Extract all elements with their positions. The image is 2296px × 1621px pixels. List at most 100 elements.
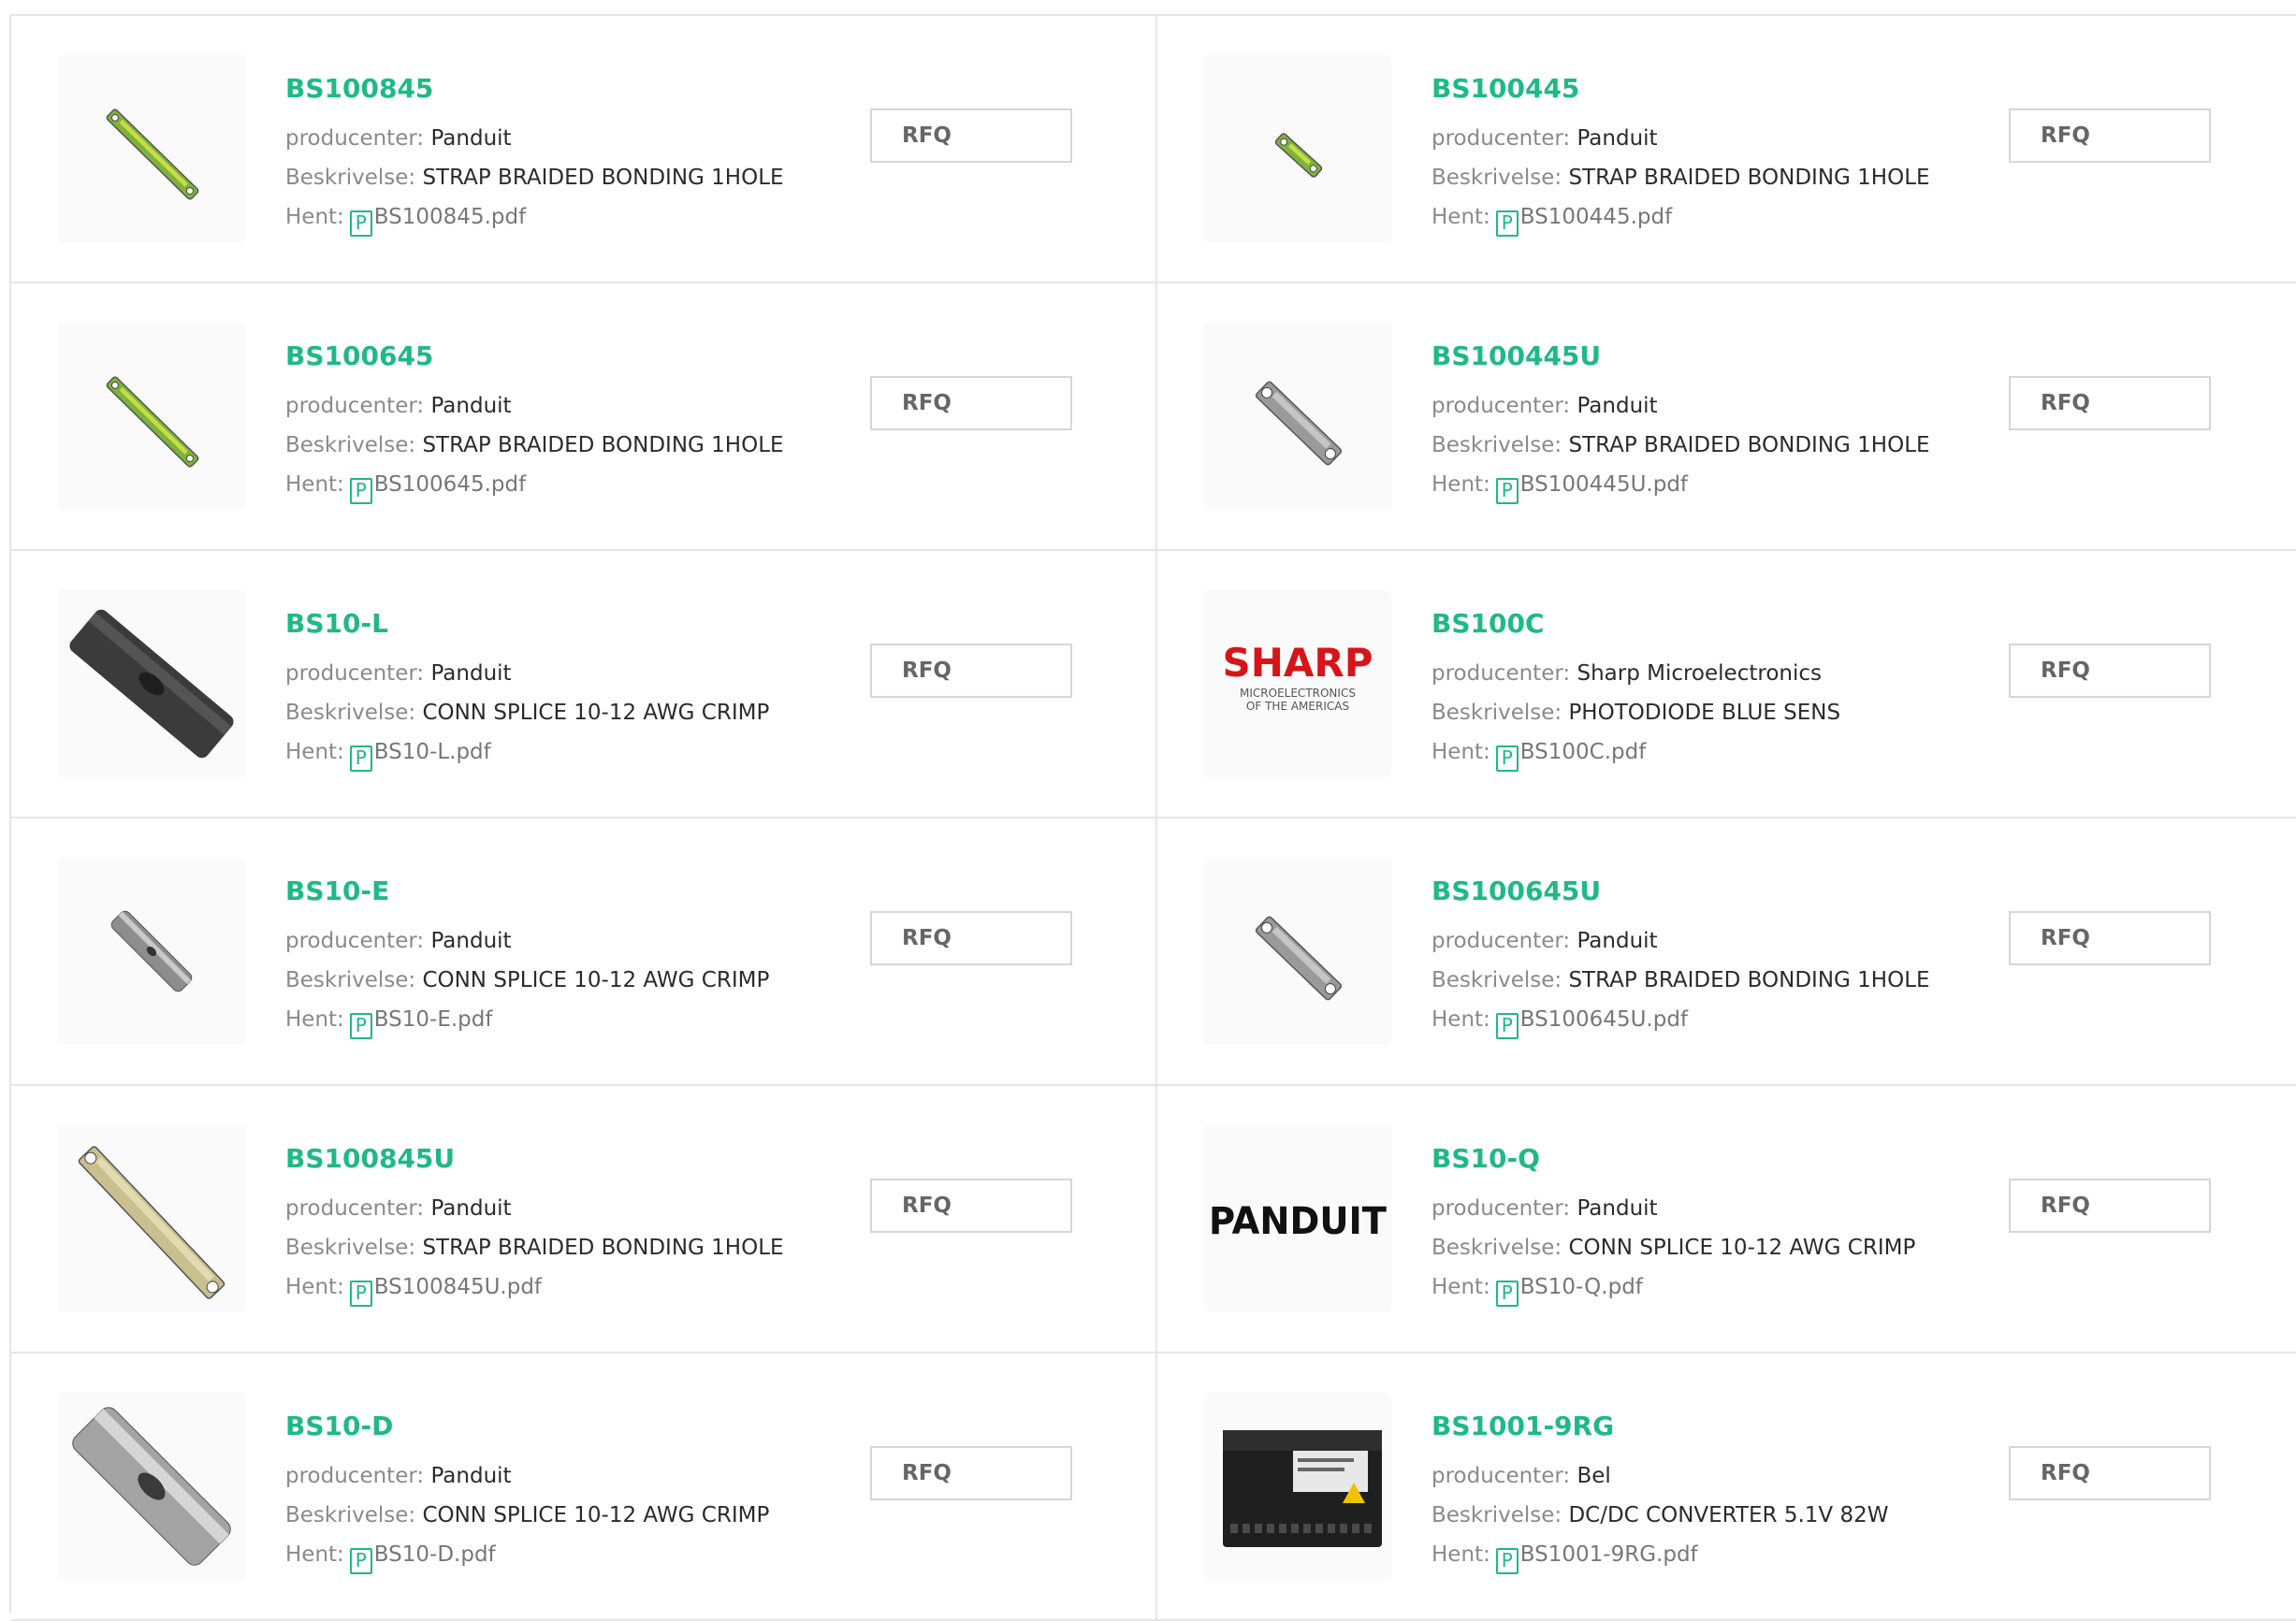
datasheet-link[interactable]: BS10-L.pdf <box>374 740 491 764</box>
pdf-icon[interactable]: P <box>1495 1281 1519 1307</box>
download-row: Hent: P BS100445U.pdf <box>1431 465 1955 504</box>
datasheet-link[interactable]: BS100645U.pdf <box>1520 1007 1688 1032</box>
download-row: Hent: P BS100845.pdf <box>285 197 809 237</box>
part-number-link[interactable]: BS100445 <box>1431 70 1955 108</box>
product-info: BS100645U producenter: Panduit Beskrivel… <box>1431 873 1955 1039</box>
rfq-button[interactable]: RFQ <box>870 644 1072 698</box>
pdf-icon[interactable]: P <box>349 478 372 504</box>
manufacturer-label: producenter: <box>285 394 425 418</box>
datasheet-link[interactable]: BS100845.pdf <box>374 205 526 229</box>
part-number-link[interactable]: BS100845U <box>285 1140 809 1178</box>
part-number-link[interactable]: BS1001-9RG <box>1431 1408 1955 1445</box>
green-strap-small-image[interactable] <box>1204 55 1391 242</box>
rfq-button[interactable]: RFQ <box>2009 644 2211 698</box>
description-value: STRAP BRAIDED BONDING 1HOLE <box>1568 968 1930 992</box>
product-card: BS100845U producenter: Panduit Beskrivel… <box>11 1086 1157 1353</box>
product-info: BS100845 producenter: Panduit Beskrivels… <box>285 70 809 237</box>
rfq-button[interactable]: RFQ <box>870 109 1072 163</box>
sharp-logo-line1: MICROELECTRONICS <box>1240 687 1356 700</box>
description-value: CONN SPLICE 10-12 AWG CRIMP <box>422 968 770 992</box>
pdf-icon[interactable]: P <box>1495 1013 1519 1039</box>
rfq-button[interactable]: RFQ <box>870 1179 1072 1233</box>
manufacturer-row: producenter: Panduit <box>285 1189 809 1228</box>
part-number-link[interactable]: BS10-D <box>285 1408 809 1445</box>
small-splice-image[interactable] <box>58 858 245 1045</box>
description-row: Beskrivelse: STRAP BRAIDED BONDING 1HOLE <box>285 426 809 465</box>
pdf-icon[interactable]: P <box>349 1548 372 1574</box>
datasheet-link[interactable]: BS100445U.pdf <box>1520 472 1688 497</box>
rfq-button[interactable]: RFQ <box>2009 376 2211 430</box>
pdf-icon[interactable]: P <box>349 1281 372 1307</box>
description-label: Beskrivelse: <box>1431 166 1562 190</box>
manufacturer-label: producenter: <box>1431 1464 1571 1488</box>
rfq-button[interactable]: RFQ <box>870 1446 1072 1500</box>
product-info: BS10-E producenter: Panduit Beskrivelse:… <box>285 873 809 1039</box>
part-number-link[interactable]: BS100645 <box>285 338 809 375</box>
rfq-button[interactable]: RFQ <box>2009 109 2211 163</box>
rfq-button[interactable]: RFQ <box>870 376 1072 430</box>
download-label: Hent: <box>285 740 344 764</box>
download-label: Hent: <box>285 1542 344 1567</box>
part-number-link[interactable]: BS100845 <box>285 70 809 108</box>
silver-splice-image[interactable] <box>58 1393 245 1580</box>
product-info: BS10-Q producenter: Panduit Beskrivelse:… <box>1431 1140 1955 1307</box>
part-number-link[interactable]: BS100645U <box>1431 873 1955 910</box>
download-label: Hent: <box>1431 740 1490 764</box>
description-row: Beskrivelse: CONN SPLICE 10-12 AWG CRIMP <box>1431 1228 1955 1267</box>
sharp-logo[interactable]: SHARP MICROELECTRONICS OF THE AMERICAS <box>1204 590 1391 777</box>
description-value: STRAP BRAIDED BONDING 1HOLE <box>1568 166 1930 190</box>
part-number-link[interactable]: BS100C <box>1431 605 1955 643</box>
converter-image[interactable] <box>1204 1393 1391 1580</box>
description-label: Beskrivelse: <box>1431 1503 1562 1527</box>
green-strap-image[interactable] <box>58 55 245 242</box>
datasheet-link[interactable]: BS10-D.pdf <box>374 1542 496 1567</box>
manufacturer-label: producenter: <box>285 661 425 686</box>
metal-strap-image[interactable] <box>1204 858 1391 1045</box>
rfq-button[interactable]: RFQ <box>2009 911 2211 965</box>
part-number-link[interactable]: BS10-E <box>285 873 809 910</box>
datasheet-link[interactable]: BS100645.pdf <box>374 472 526 497</box>
description-label: Beskrivelse: <box>1431 433 1562 457</box>
datasheet-link[interactable]: BS1001-9RG.pdf <box>1520 1542 1698 1567</box>
description-label: Beskrivelse: <box>285 968 416 992</box>
pdf-icon[interactable]: P <box>1495 1548 1519 1574</box>
download-row: Hent: P BS100445.pdf <box>1431 197 1955 237</box>
green-strap-image[interactable] <box>58 323 245 510</box>
pdf-icon[interactable]: P <box>1495 478 1519 504</box>
product-card: PANDUIT BS10-Q producenter: Panduit Besk… <box>1157 1086 2296 1353</box>
pdf-icon[interactable]: P <box>349 745 372 772</box>
pdf-icon[interactable]: P <box>349 1013 372 1039</box>
datasheet-link[interactable]: BS100845U.pdf <box>374 1275 542 1299</box>
download-row: Hent: P BS10-D.pdf <box>285 1535 809 1574</box>
part-number-link[interactable]: BS100445U <box>1431 338 1955 375</box>
pdf-icon[interactable]: P <box>349 210 372 237</box>
panduit-logo[interactable]: PANDUIT <box>1204 1125 1391 1312</box>
part-number-link[interactable]: BS10-L <box>285 605 809 643</box>
datasheet-link[interactable]: BS100445.pdf <box>1520 205 1672 229</box>
tan-strap-image[interactable] <box>58 1125 245 1312</box>
datasheet-link[interactable]: BS10-Q.pdf <box>1520 1275 1643 1299</box>
manufacturer-value: Panduit <box>1577 126 1658 151</box>
manufacturer-row: producenter: Panduit <box>1431 921 1955 961</box>
description-value: DC/DC CONVERTER 5.1V 82W <box>1568 1503 1889 1527</box>
metal-strap-image[interactable] <box>1204 323 1391 510</box>
manufacturer-row: producenter: Panduit <box>285 1456 809 1496</box>
rfq-button[interactable]: RFQ <box>2009 1446 2211 1500</box>
pdf-icon[interactable]: P <box>1495 210 1519 237</box>
description-row: Beskrivelse: CONN SPLICE 10-12 AWG CRIMP <box>285 693 809 732</box>
product-card: BS100845 producenter: Panduit Beskrivels… <box>11 16 1157 283</box>
rfq-button[interactable]: RFQ <box>870 911 1072 965</box>
rfq-button[interactable]: RFQ <box>2009 1179 2211 1233</box>
download-label: Hent: <box>1431 1542 1490 1567</box>
dark-splice-image[interactable] <box>58 590 245 777</box>
manufacturer-label: producenter: <box>285 1464 425 1488</box>
datasheet-link[interactable]: BS10-E.pdf <box>374 1007 493 1032</box>
datasheet-link[interactable]: BS100C.pdf <box>1520 740 1647 764</box>
description-row: Beskrivelse: STRAP BRAIDED BONDING 1HOLE <box>1431 426 1955 465</box>
manufacturer-label: producenter: <box>285 126 425 151</box>
manufacturer-row: producenter: Sharp Microelectronics <box>1431 654 1955 693</box>
pdf-icon[interactable]: P <box>1495 745 1519 772</box>
manufacturer-value: Panduit <box>430 394 512 418</box>
manufacturer-row: producenter: Panduit <box>285 921 809 961</box>
part-number-link[interactable]: BS10-Q <box>1431 1140 1955 1178</box>
